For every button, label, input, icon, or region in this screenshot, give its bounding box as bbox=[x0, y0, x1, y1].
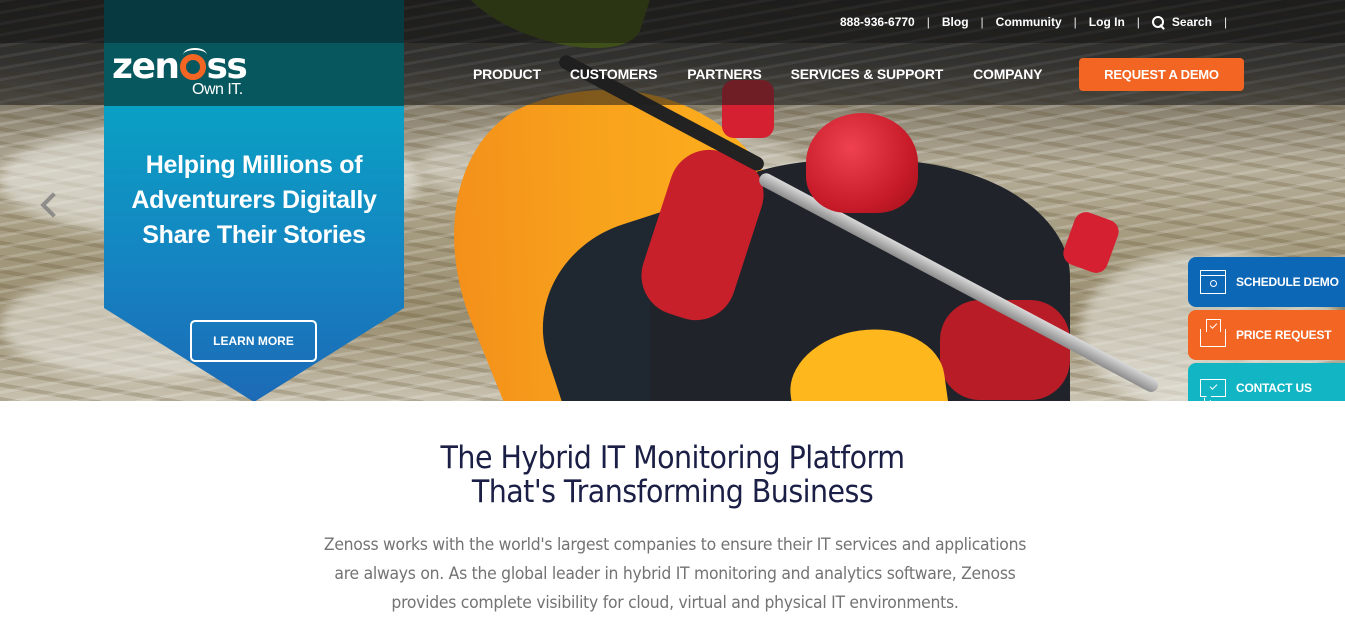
learn-more-button[interactable]: LEARN MORE bbox=[190, 320, 317, 362]
logo-tagline: Own IT. bbox=[192, 81, 243, 98]
separator: | bbox=[1073, 15, 1077, 29]
nav-product[interactable]: PRODUCT bbox=[473, 66, 541, 82]
price-request-button[interactable]: PRICE REQUEST bbox=[1188, 310, 1345, 360]
intro-section: The Hybrid IT Monitoring Platform That's… bbox=[0, 401, 1345, 639]
intro-title: The Hybrid IT Monitoring Platform That's… bbox=[54, 441, 1291, 509]
intro-body: Zenoss works with the world's largest co… bbox=[323, 535, 1027, 613]
schedule-demo-button[interactable]: SCHEDULE DEMO bbox=[1188, 257, 1345, 307]
nav-customers[interactable]: CUSTOMERS bbox=[570, 66, 658, 82]
blog-link[interactable]: Blog bbox=[942, 15, 969, 29]
separator: | bbox=[926, 15, 930, 29]
sticky-action-buttons: SCHEDULE DEMO PRICE REQUEST CONTACT US bbox=[1188, 257, 1345, 416]
phone-link[interactable]: 888-936-6770 bbox=[840, 15, 915, 29]
nav-services-support[interactable]: SERVICES & SUPPORT bbox=[791, 66, 944, 82]
utility-nav: 888-936-6770 | Blog | Community | Log In… bbox=[840, 15, 1239, 29]
login-link[interactable]: Log In bbox=[1089, 15, 1125, 29]
main-nav: PRODUCT CUSTOMERS PARTNERS SERVICES & SU… bbox=[473, 66, 1042, 82]
search-link[interactable]: Search bbox=[1151, 15, 1212, 29]
search-label: Search bbox=[1171, 15, 1212, 29]
nav-company[interactable]: COMPANY bbox=[973, 66, 1042, 82]
logo-backdrop bbox=[104, 0, 404, 43]
price-request-label: PRICE REQUEST bbox=[1236, 328, 1332, 342]
kayaker-helmet bbox=[806, 113, 918, 213]
intro-title-line-2: That's Transforming Business bbox=[471, 474, 874, 510]
page: 888-936-6770 | Blog | Community | Log In… bbox=[0, 0, 1345, 639]
browser-search-icon bbox=[1200, 270, 1226, 294]
contact-us-label: CONTACT US bbox=[1236, 381, 1312, 395]
chevron-left-icon[interactable] bbox=[38, 190, 58, 220]
zenoss-logo[interactable]: zen ss Own IT. bbox=[104, 43, 404, 106]
logo-o-icon bbox=[179, 48, 207, 80]
search-icon bbox=[1151, 15, 1165, 29]
envelope-check-icon bbox=[1200, 319, 1226, 347]
separator: | bbox=[980, 15, 984, 29]
nav-partners[interactable]: PARTNERS bbox=[687, 66, 762, 82]
separator: | bbox=[1223, 15, 1228, 29]
intro-title-line-1: The Hybrid IT Monitoring Platform bbox=[440, 440, 905, 476]
hero-headline: Helping Millions of Adventurers Digitall… bbox=[131, 151, 377, 249]
separator: | bbox=[1136, 15, 1140, 29]
schedule-demo-label: SCHEDULE DEMO bbox=[1236, 275, 1339, 289]
chat-check-icon bbox=[1200, 379, 1226, 397]
request-demo-button[interactable]: REQUEST A DEMO bbox=[1079, 58, 1244, 91]
community-link[interactable]: Community bbox=[996, 15, 1062, 29]
